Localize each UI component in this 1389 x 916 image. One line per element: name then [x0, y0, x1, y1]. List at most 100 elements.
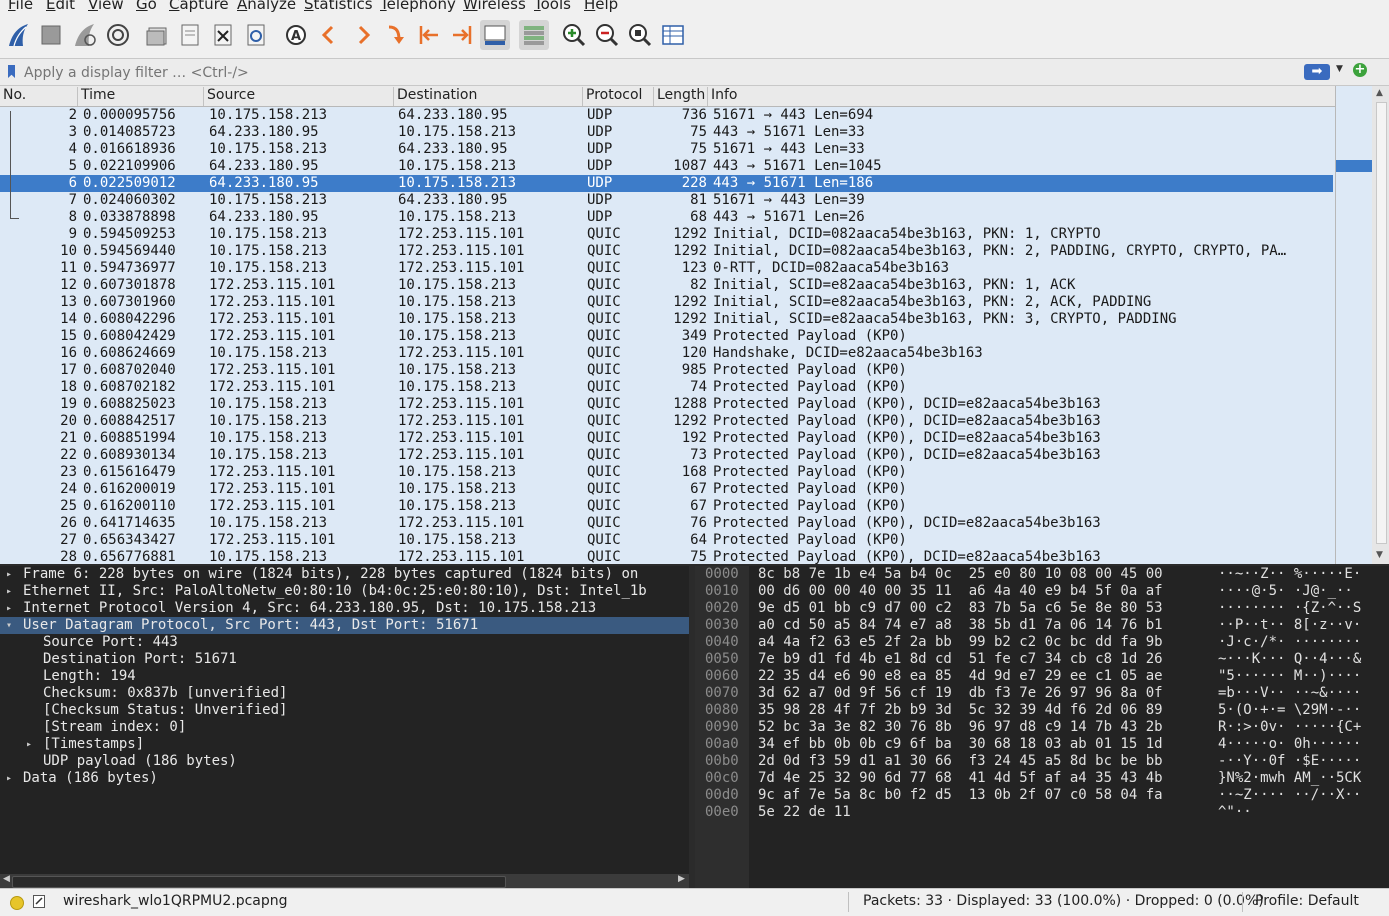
packet-row[interactable]: 7 0.024060302 10.175.158.213 64.233.180.95 U…: [0, 192, 1333, 209]
capture-options-icon[interactable]: [103, 20, 133, 50]
reload-file-icon[interactable]: [241, 20, 271, 50]
scroll-left-icon[interactable]: ◀: [3, 874, 10, 884]
packet-row[interactable]: 16 0.608624669 10.175.158.213 172.253.115.1…: [0, 345, 1333, 362]
packet-row[interactable]: 11 0.594736977 10.175.158.213 172.253.115.1…: [0, 260, 1333, 277]
scroll-up-icon[interactable]: ▲: [1376, 88, 1383, 98]
colorize-icon[interactable]: [519, 20, 549, 50]
menu-go[interactable]: Go: [136, 0, 157, 13]
bytes-ascii-line[interactable]: ··~Z···· ··/··X··: [1218, 787, 1361, 804]
packet-row[interactable]: 27 0.656343427 172.253.115.101 10.175.158.2…: [0, 532, 1333, 549]
bytes-ascii-line[interactable]: ··P··t·· 8[·z··v·: [1218, 617, 1361, 634]
bytes-hex-line[interactable]: 22 35 d4 e6 90 e8 ea 85 4d 9d e7 29 ee c…: [758, 668, 1163, 685]
packet-row[interactable]: 8 0.033878898 64.233.180.95 10.175.158.213 U…: [0, 209, 1333, 226]
detail-tree-item[interactable]: ▸ [Timestamps]: [0, 736, 689, 753]
scroll-down-icon[interactable]: ▼: [1376, 550, 1383, 560]
packet-row[interactable]: 15 0.608042429 172.253.115.101 10.175.158.2…: [0, 328, 1333, 345]
menu-edit[interactable]: Edit: [46, 0, 75, 13]
detail-tree-item[interactable]: ▸ Data (186 bytes): [0, 770, 689, 787]
menu-wireless[interactable]: Wireless: [463, 0, 526, 13]
open-file-icon[interactable]: [142, 20, 172, 50]
packet-row[interactable]: 9 0.594509253 10.175.158.213 172.253.115.10…: [0, 226, 1333, 243]
packet-row[interactable]: 6 0.022509012 64.233.180.95 10.175.158.213 U…: [0, 175, 1333, 192]
bytes-ascii-line[interactable]: ····@·5· ·J@·_··: [1218, 583, 1361, 600]
autoscroll-icon[interactable]: [480, 20, 510, 50]
shark-fin-start-icon[interactable]: [4, 20, 34, 50]
bytes-ascii-line[interactable]: "5······ M··)····: [1218, 668, 1361, 685]
display-filter-input[interactable]: [4, 62, 1316, 84]
menu-file[interactable]: File: [8, 0, 33, 13]
bytes-hex-line[interactable]: 2d 0d f3 59 d1 a1 30 66 f3 24 45 a5 8d b…: [758, 753, 1163, 770]
go-forward-icon[interactable]: [348, 20, 378, 50]
bytes-hex-line[interactable]: 7d 4e 25 32 90 6d 77 68 41 4d 5f af a4 3…: [758, 770, 1163, 787]
column-length[interactable]: Length: [654, 87, 708, 106]
packet-row[interactable]: 12 0.607301878 172.253.115.101 10.175.158.2…: [0, 277, 1333, 294]
column-info[interactable]: Info: [708, 87, 1335, 106]
packet-row[interactable]: 21 0.608851994 10.175.158.213 172.253.115.1…: [0, 430, 1333, 447]
packet-row[interactable]: 19 0.608825023 10.175.158.213 172.253.115.1…: [0, 396, 1333, 413]
menu-capture[interactable]: Capture: [169, 0, 229, 13]
bytes-ascii-line[interactable]: -··Y··0f ·$E·····: [1218, 753, 1361, 770]
capture-comment-icon[interactable]: [33, 895, 45, 908]
menu-help[interactable]: Help: [584, 0, 618, 13]
tree-expand-icon[interactable]: ▸: [6, 566, 12, 583]
bytes-hex-column[interactable]: 8c b8 7e 1b e4 5a b4 0c 25 e0 80 10 08 0…: [758, 566, 1163, 821]
apply-filter-button[interactable]: ➡: [1304, 64, 1330, 80]
status-profile[interactable]: Profile: Default: [1255, 893, 1359, 909]
tree-expand-icon[interactable]: ▸: [6, 583, 12, 600]
detail-tree-item[interactable]: UDP payload (186 bytes): [0, 753, 689, 770]
menu-analyze[interactable]: Analyze: [237, 0, 296, 13]
column-no[interactable]: No.: [0, 87, 78, 106]
packet-row[interactable]: 17 0.608702040 172.253.115.101 10.175.158.2…: [0, 362, 1333, 379]
tree-expand-icon[interactable]: ▸: [26, 736, 32, 753]
detail-tree-item[interactable]: ▾ User Datagram Protocol, Src Port: 443, …: [0, 617, 689, 634]
bytes-ascii-line[interactable]: ··~··Z·· %·····E·: [1218, 566, 1361, 583]
bytes-hex-line[interactable]: 35 98 28 4f 7f 2b b9 3d 5c 32 39 4d f6 2…: [758, 702, 1163, 719]
bytes-ascii-line[interactable]: 5·(O·+·= \29M·-··: [1218, 702, 1361, 719]
detail-tree-item[interactable]: Source Port: 443: [0, 634, 689, 651]
packet-row[interactable]: 28 0.656776881 10.175.158.213 172.253.115.1…: [0, 549, 1333, 564]
detail-tree-item[interactable]: ▸ Ethernet II, Src: PaloAltoNetw_e0:80:10…: [0, 583, 689, 600]
packet-row[interactable]: 2 0.000095756 10.175.158.213 64.233.180.95 U…: [0, 107, 1333, 124]
bytes-hex-line[interactable]: 3d 62 a7 0d 9f 56 cf 19 db f3 7e 26 97 9…: [758, 685, 1163, 702]
menu-statistics[interactable]: Statistics: [304, 0, 373, 13]
bytes-ascii-line[interactable]: }N%2·mwh AM_··5CK: [1218, 770, 1361, 787]
add-filter-button-icon[interactable]: +: [1353, 63, 1367, 77]
column-destination[interactable]: Destination: [394, 87, 583, 106]
menu-view[interactable]: View: [88, 0, 124, 13]
packet-row[interactable]: 4 0.016618936 10.175.158.213 64.233.180.95 U…: [0, 141, 1333, 158]
save-file-icon[interactable]: [175, 20, 205, 50]
detail-tree-item[interactable]: [Checksum Status: Unverified]: [0, 702, 689, 719]
packet-minimap[interactable]: [1335, 86, 1372, 564]
details-scrollbar-thumb[interactable]: [12, 876, 506, 888]
packet-row[interactable]: 13 0.607301960 172.253.115.101 10.175.158.2…: [0, 294, 1333, 311]
bytes-hex-line[interactable]: 00 d6 00 00 40 00 35 11 a6 4a 40 e9 b4 5…: [758, 583, 1163, 600]
go-back-icon[interactable]: [314, 20, 344, 50]
filter-history-dropdown-icon[interactable]: ▼: [1336, 64, 1344, 74]
bytes-ascii-line[interactable]: ·J·c·/*· ········: [1218, 634, 1361, 651]
packet-row[interactable]: 24 0.616200019 172.253.115.101 10.175.158.2…: [0, 481, 1333, 498]
detail-tree-item[interactable]: ▸ Internet Protocol Version 4, Src: 64.23…: [0, 600, 689, 617]
scrollbar-thumb[interactable]: [1376, 102, 1387, 544]
zoom-in-icon[interactable]: [559, 20, 589, 50]
tree-expand-icon[interactable]: ▸: [6, 770, 12, 787]
bytes-hex-line[interactable]: 9e d5 01 bb c9 d7 00 c2 83 7b 5a c6 5e 8…: [758, 600, 1163, 617]
bytes-hex-line[interactable]: 34 ef bb 0b 0b c9 6f ba 30 68 18 03 ab 0…: [758, 736, 1163, 753]
packet-row[interactable]: 14 0.608042296 172.253.115.101 10.175.158.2…: [0, 311, 1333, 328]
resize-columns-icon[interactable]: [658, 20, 688, 50]
packet-row[interactable]: 10 0.594569440 10.175.158.213 172.253.115.1…: [0, 243, 1333, 260]
bytes-ascii-line[interactable]: ~···K··· Q··4···&: [1218, 651, 1361, 668]
packet-list-scrollbar[interactable]: ▲ ▼: [1372, 86, 1389, 564]
bytes-ascii-line[interactable]: 4·····o· 0h······: [1218, 736, 1361, 753]
column-time[interactable]: Time: [78, 87, 204, 106]
packet-row[interactable]: 23 0.615616479 172.253.115.101 10.175.158.2…: [0, 464, 1333, 481]
packet-row[interactable]: 22 0.608930134 10.175.158.213 172.253.115.1…: [0, 447, 1333, 464]
packet-row[interactable]: 5 0.022109906 64.233.180.95 10.175.158.213 U…: [0, 158, 1333, 175]
detail-tree-item[interactable]: ▸ Frame 6: 228 bytes on wire (1824 bits),…: [0, 566, 689, 583]
bytes-ascii-line[interactable]: =b···V·· ··~&····: [1218, 685, 1361, 702]
first-packet-icon[interactable]: [414, 20, 444, 50]
bytes-hex-line[interactable]: 52 bc 3a 3e 82 30 76 8b 96 97 d8 c9 14 7…: [758, 719, 1163, 736]
packet-row[interactable]: 3 0.014085723 64.233.180.95 10.175.158.213 U…: [0, 124, 1333, 141]
detail-tree-item[interactable]: Length: 194: [0, 668, 689, 685]
restart-capture-icon[interactable]: [70, 20, 100, 50]
expert-info-led-icon[interactable]: [10, 896, 24, 910]
